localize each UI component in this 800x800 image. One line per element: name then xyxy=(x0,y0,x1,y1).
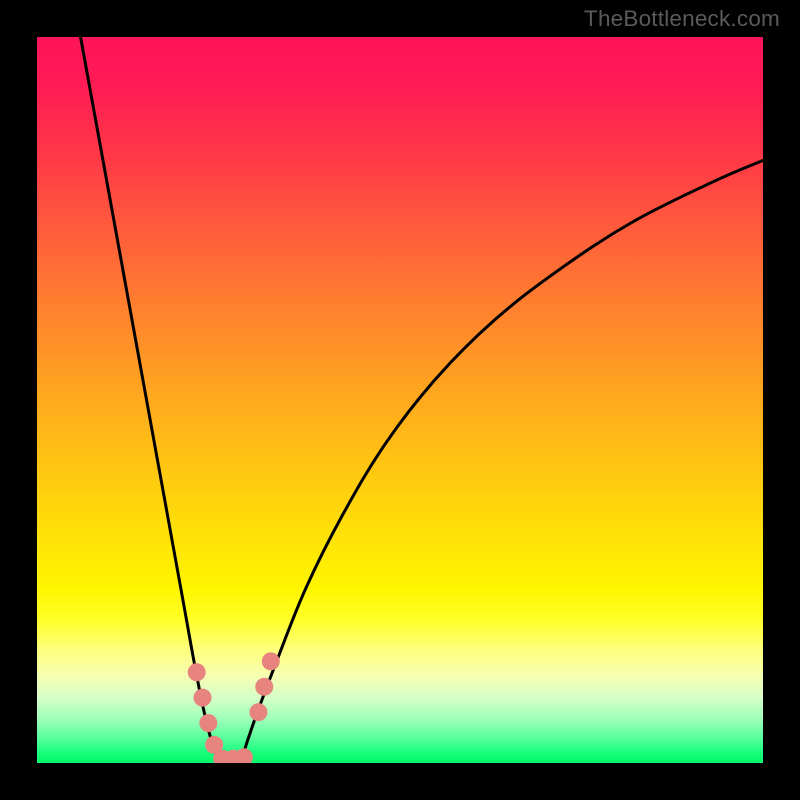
curve-left-branch xyxy=(81,37,219,763)
valley-marker xyxy=(249,703,267,721)
watermark-text: TheBottleneck.com xyxy=(584,6,780,32)
valley-marker xyxy=(262,652,280,670)
chart-frame: TheBottleneck.com xyxy=(0,0,800,800)
curve-right-path xyxy=(240,160,763,763)
valley-marker xyxy=(194,689,212,707)
valley-marker xyxy=(188,663,206,681)
curve-right-branch xyxy=(240,160,763,763)
plot-area xyxy=(37,37,763,763)
valley-marker xyxy=(255,678,273,696)
valley-markers-group xyxy=(188,652,280,763)
curve-left-path xyxy=(81,37,219,763)
valley-marker xyxy=(199,714,217,732)
valley-marker xyxy=(235,748,253,763)
bottleneck-curve xyxy=(37,37,763,763)
